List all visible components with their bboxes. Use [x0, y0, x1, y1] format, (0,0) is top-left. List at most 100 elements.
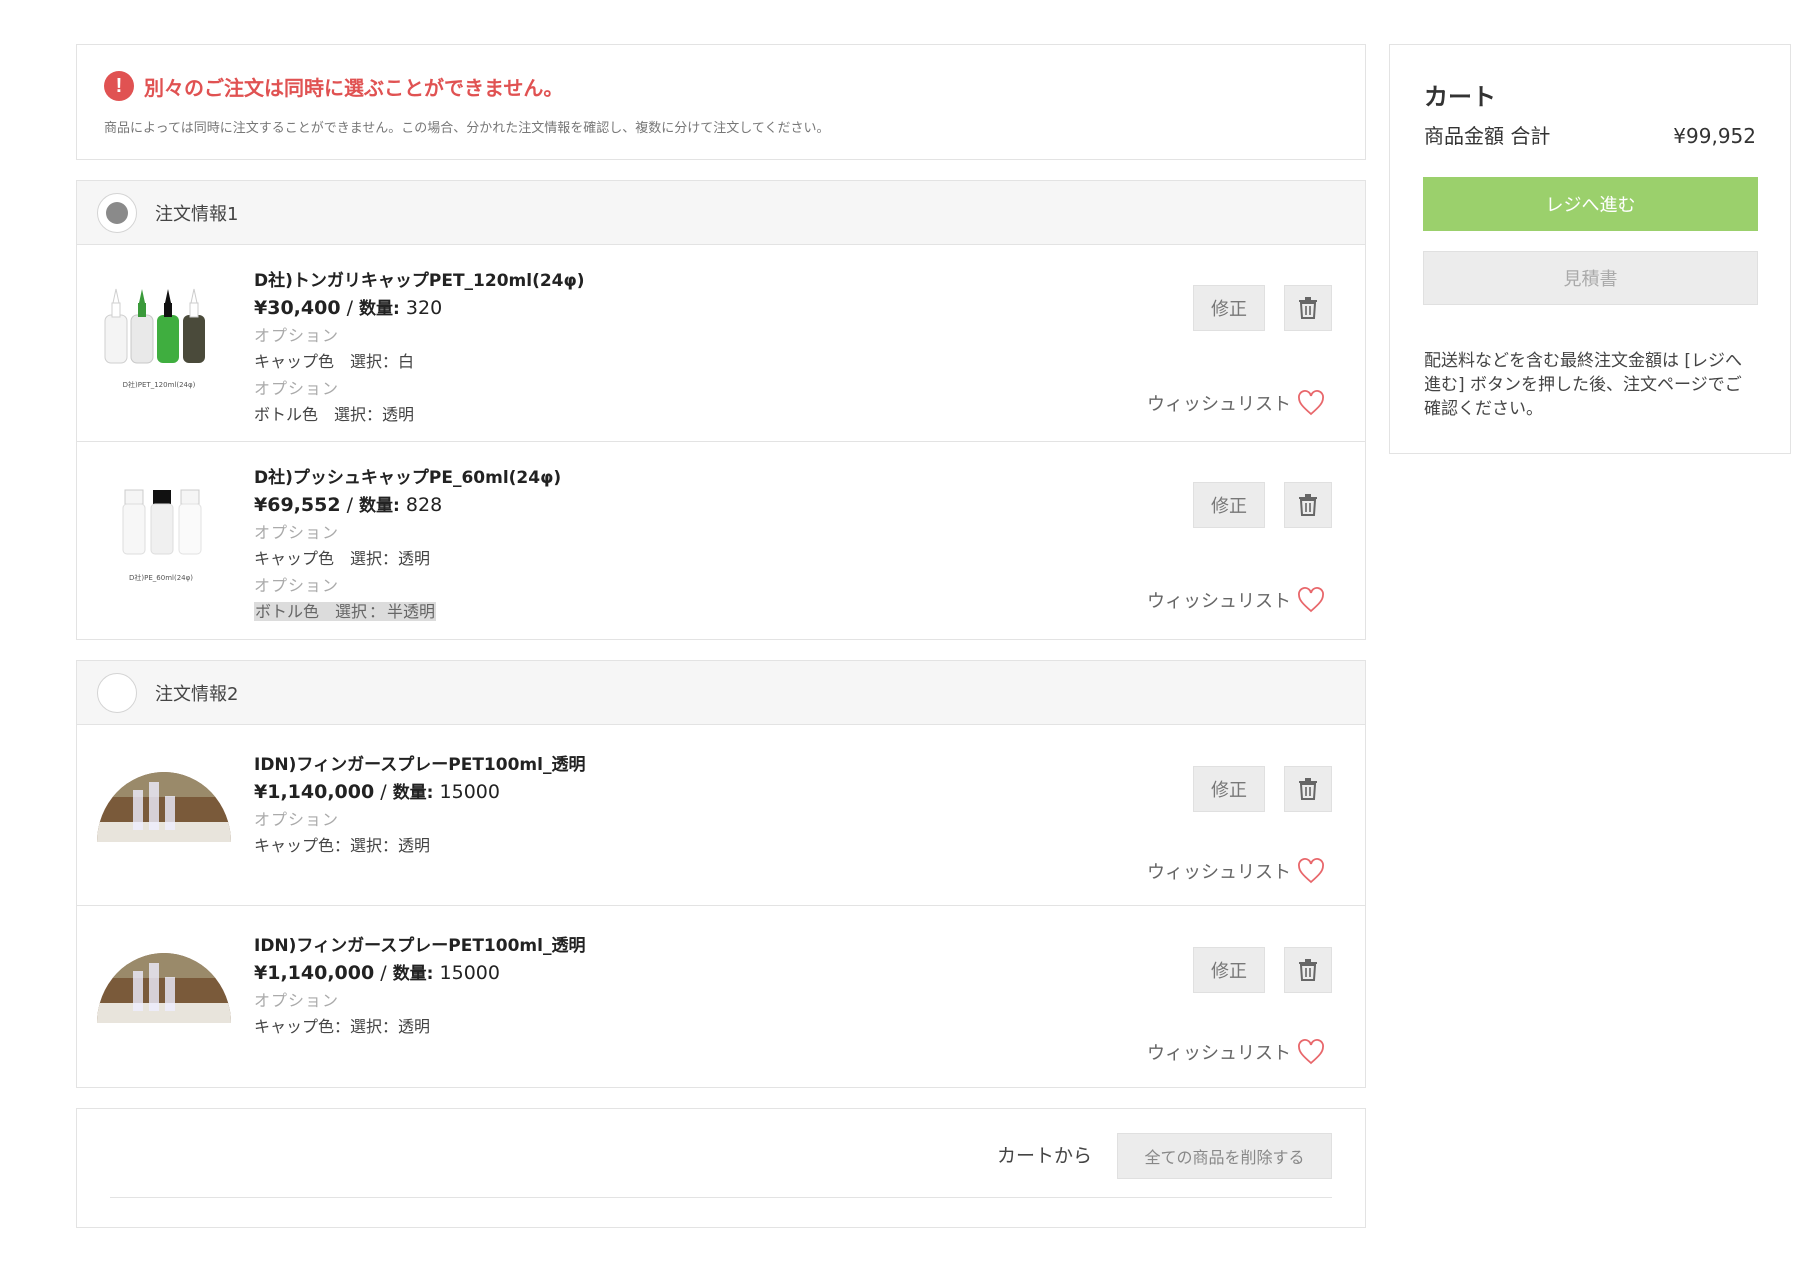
item-info: D社)トンガリキャップPET_120ml(24φ) ¥30,400 / 数量: … — [254, 268, 585, 428]
quantity-value: 15000 — [439, 781, 500, 803]
wishlist-label: ウィッシュリスト — [1147, 591, 1291, 612]
wishlist-label: ウィッシュリスト — [1147, 1043, 1291, 1064]
quantity-label: 数量: — [359, 299, 400, 319]
highlight-segment: 半透明 — [386, 602, 437, 621]
separator: / — [374, 962, 393, 984]
cart-item: IDN)フィンガースプレーPET100ml_透明 ¥1,140,000 / 数量… — [77, 725, 1365, 906]
quantity-label: 数量: — [359, 496, 400, 516]
subtotal-row: 商品金額 合計 ¥99,952 — [1424, 121, 1756, 151]
thumbnail-caption: D社)PET_120ml(24φ) — [123, 380, 196, 389]
cart-item: D社)PET_120ml(24φ) D社)トンガリキャップPET_120ml(2… — [77, 245, 1365, 442]
price: ¥1,140,000 — [254, 962, 375, 984]
edit-button[interactable]: 修正 — [1193, 947, 1265, 993]
wishlist-toggle[interactable]: ウィッシュリスト — [1147, 1039, 1325, 1065]
heart-icon — [1298, 587, 1324, 613]
edit-button[interactable]: 修正 — [1193, 766, 1265, 812]
order-group-title: 注文情報1 — [155, 203, 239, 225]
cart-title: カート — [1424, 83, 1496, 111]
delete-all-button[interactable]: 全ての商品を削除する — [1117, 1133, 1332, 1179]
option-value: ボトル色 選択：透明 — [254, 405, 415, 424]
price: ¥30,400 — [254, 297, 341, 319]
price: ¥1,140,000 — [254, 781, 375, 803]
cart-item: IDN)フィンガースプレーPET100ml_透明 ¥1,140,000 / 数量… — [77, 906, 1365, 1087]
price: ¥69,552 — [254, 494, 341, 516]
quote-button[interactable]: 見積書 — [1423, 251, 1758, 305]
price-line: ¥1,140,000 / 数量: 15000 — [254, 959, 585, 987]
quantity-value: 15000 — [439, 962, 500, 984]
option-value: キャップ色 選択：白 — [254, 352, 415, 371]
warning-icon: ! — [104, 71, 134, 101]
separator: / — [340, 494, 360, 516]
trash-icon — [1299, 959, 1317, 981]
wishlist-toggle[interactable]: ウィッシュリスト — [1147, 858, 1325, 884]
option-label: オプション — [254, 810, 340, 829]
trash-icon — [1299, 494, 1317, 516]
option-label: オプション — [254, 523, 340, 542]
cart-summary: カート 商品金額 合計 ¥99,952 レジへ進む 見積書 配送料などを含む最終… — [1389, 44, 1791, 454]
option-label: オプション — [254, 326, 340, 345]
wishlist-label: ウィッシュリスト — [1147, 862, 1291, 883]
order-group-2: 注文情報2 IDN)フィンガースプレーPET100ml_透明 ¥1,140,00… — [76, 660, 1366, 1088]
conflict-notice: ! 別々のご注文は同時に選ぶことができません。 商品によっては同時に注文すること… — [76, 44, 1366, 160]
checkout-button[interactable]: レジへ進む — [1423, 177, 1758, 231]
product-name[interactable]: D社)プッシュキャップPE_60ml(24φ) — [254, 465, 561, 491]
option-value: キャップ色：選択：透明 — [254, 1017, 431, 1036]
thumbnail-caption: D社)PE_60ml(24φ) — [129, 573, 193, 582]
trash-icon — [1299, 297, 1317, 319]
notice-title: 別々のご注文は同時に選ぶことができません。 — [144, 75, 564, 100]
wishlist-label: ウィッシュリスト — [1147, 394, 1291, 415]
highlight-segment: ： — [368, 602, 387, 621]
product-name[interactable]: D社)トンガリキャップPET_120ml(24φ) — [254, 268, 585, 294]
divider — [110, 1197, 1332, 1198]
delete-button[interactable] — [1284, 285, 1332, 331]
item-info: IDN)フィンガースプレーPET100ml_透明 ¥1,140,000 / 数量… — [254, 752, 585, 859]
footer-label: カートから — [996, 1145, 1092, 1167]
radio-icon[interactable] — [97, 192, 137, 233]
item-info: D社)プッシュキャップPE_60ml(24φ) ¥69,552 / 数量: 82… — [254, 465, 561, 625]
item-info: IDN)フィンガースプレーPET100ml_透明 ¥1,140,000 / 数量… — [254, 933, 585, 1040]
order-group-1: 注文情報1 D社)PET_120ml(24φ) D社)トンガリキャップPET_1… — [76, 180, 1366, 640]
option-label: オプション — [254, 379, 340, 398]
edit-button[interactable]: 修正 — [1193, 482, 1265, 528]
separator: / — [340, 297, 360, 319]
option-value-highlighted: ボトル色 選択：半透明 — [254, 599, 561, 625]
product-thumbnail[interactable]: D社)PE_60ml(24φ) — [97, 472, 231, 592]
delete-button[interactable] — [1284, 947, 1332, 993]
product-thumbnail[interactable]: D社)PET_120ml(24φ) — [97, 277, 231, 397]
option-value: キャップ色：選択：透明 — [254, 836, 431, 855]
cart-main: ! 別々のご注文は同時に選ぶことができません。 商品によっては同時に注文すること… — [76, 44, 1366, 1228]
trash-icon — [1299, 778, 1317, 800]
delete-button[interactable] — [1284, 482, 1332, 528]
separator: / — [374, 781, 393, 803]
heart-icon — [1298, 1039, 1324, 1065]
product-name[interactable]: IDN)フィンガースプレーPET100ml_透明 — [254, 933, 585, 959]
delete-button[interactable] — [1284, 766, 1332, 812]
subtotal-value: ¥99,952 — [1673, 124, 1756, 148]
option-value: キャップ色 選択：透明 — [254, 549, 431, 568]
order-group-header: 注文情報1 — [77, 181, 1365, 245]
quantity-value: 828 — [405, 494, 443, 516]
option-label: オプション — [254, 576, 340, 595]
wishlist-toggle[interactable]: ウィッシュリスト — [1147, 587, 1325, 613]
product-name[interactable]: IDN)フィンガースプレーPET100ml_透明 — [254, 752, 585, 778]
highlight-segment: ボトル色 選択 — [254, 602, 369, 621]
cart-footer: カートから 全ての商品を削除する — [76, 1108, 1366, 1228]
quantity-value: 320 — [405, 297, 443, 319]
wishlist-toggle[interactable]: ウィッシュリスト — [1147, 390, 1325, 416]
heart-icon — [1298, 390, 1324, 416]
price-line: ¥30,400 / 数量: 320 — [254, 294, 585, 322]
quantity-label: 数量: — [392, 964, 434, 984]
edit-button[interactable]: 修正 — [1193, 285, 1265, 331]
product-thumbnail[interactable] — [97, 752, 231, 872]
notice-text: 商品によっては同時に注文することができません。この場合、分かれた注文情報を確認し… — [104, 121, 830, 136]
quantity-label: 数量: — [392, 783, 434, 803]
price-line: ¥1,140,000 / 数量: 15000 — [254, 778, 585, 806]
subtotal-label: 商品金額 合計 — [1424, 124, 1551, 148]
heart-icon — [1298, 858, 1324, 884]
price-line: ¥69,552 / 数量: 828 — [254, 491, 561, 519]
option-label: オプション — [254, 991, 340, 1010]
notice-title-row: ! 別々のご注文は同時に選ぶことができません。 — [104, 69, 1338, 103]
order-group-header: 注文情報2 — [77, 661, 1365, 725]
radio-icon[interactable] — [97, 672, 137, 713]
product-thumbnail[interactable] — [97, 933, 231, 1053]
